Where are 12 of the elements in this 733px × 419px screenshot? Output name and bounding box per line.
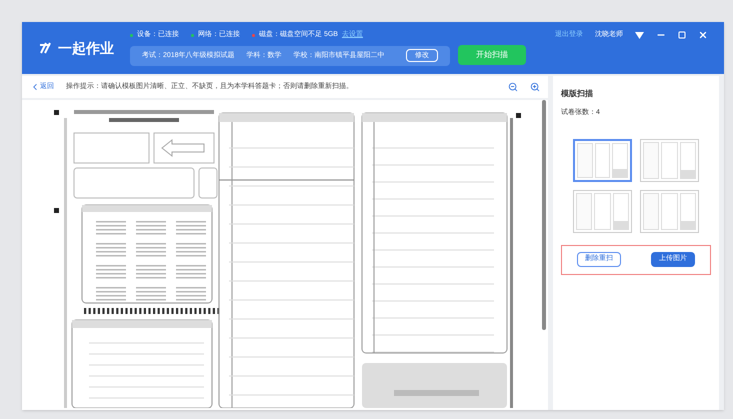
- dropdown-icon[interactable]: [635, 32, 644, 39]
- sheet-thumbnail[interactable]: [640, 138, 699, 182]
- start-scan-button[interactable]: 开始扫描: [458, 45, 526, 65]
- close-icon[interactable]: [698, 30, 708, 40]
- panel-title: 模版扫描: [561, 88, 594, 100]
- app-name: 一起作业: [58, 38, 114, 58]
- maximize-icon[interactable]: [678, 31, 686, 40]
- zoom-in-icon[interactable]: [530, 82, 540, 92]
- zoom-out-icon[interactable]: [508, 82, 518, 92]
- sheet-thumbnail[interactable]: [640, 190, 699, 232]
- sheet-thumbnail[interactable]: [573, 190, 632, 232]
- sheet-thumbnail[interactable]: [573, 138, 632, 182]
